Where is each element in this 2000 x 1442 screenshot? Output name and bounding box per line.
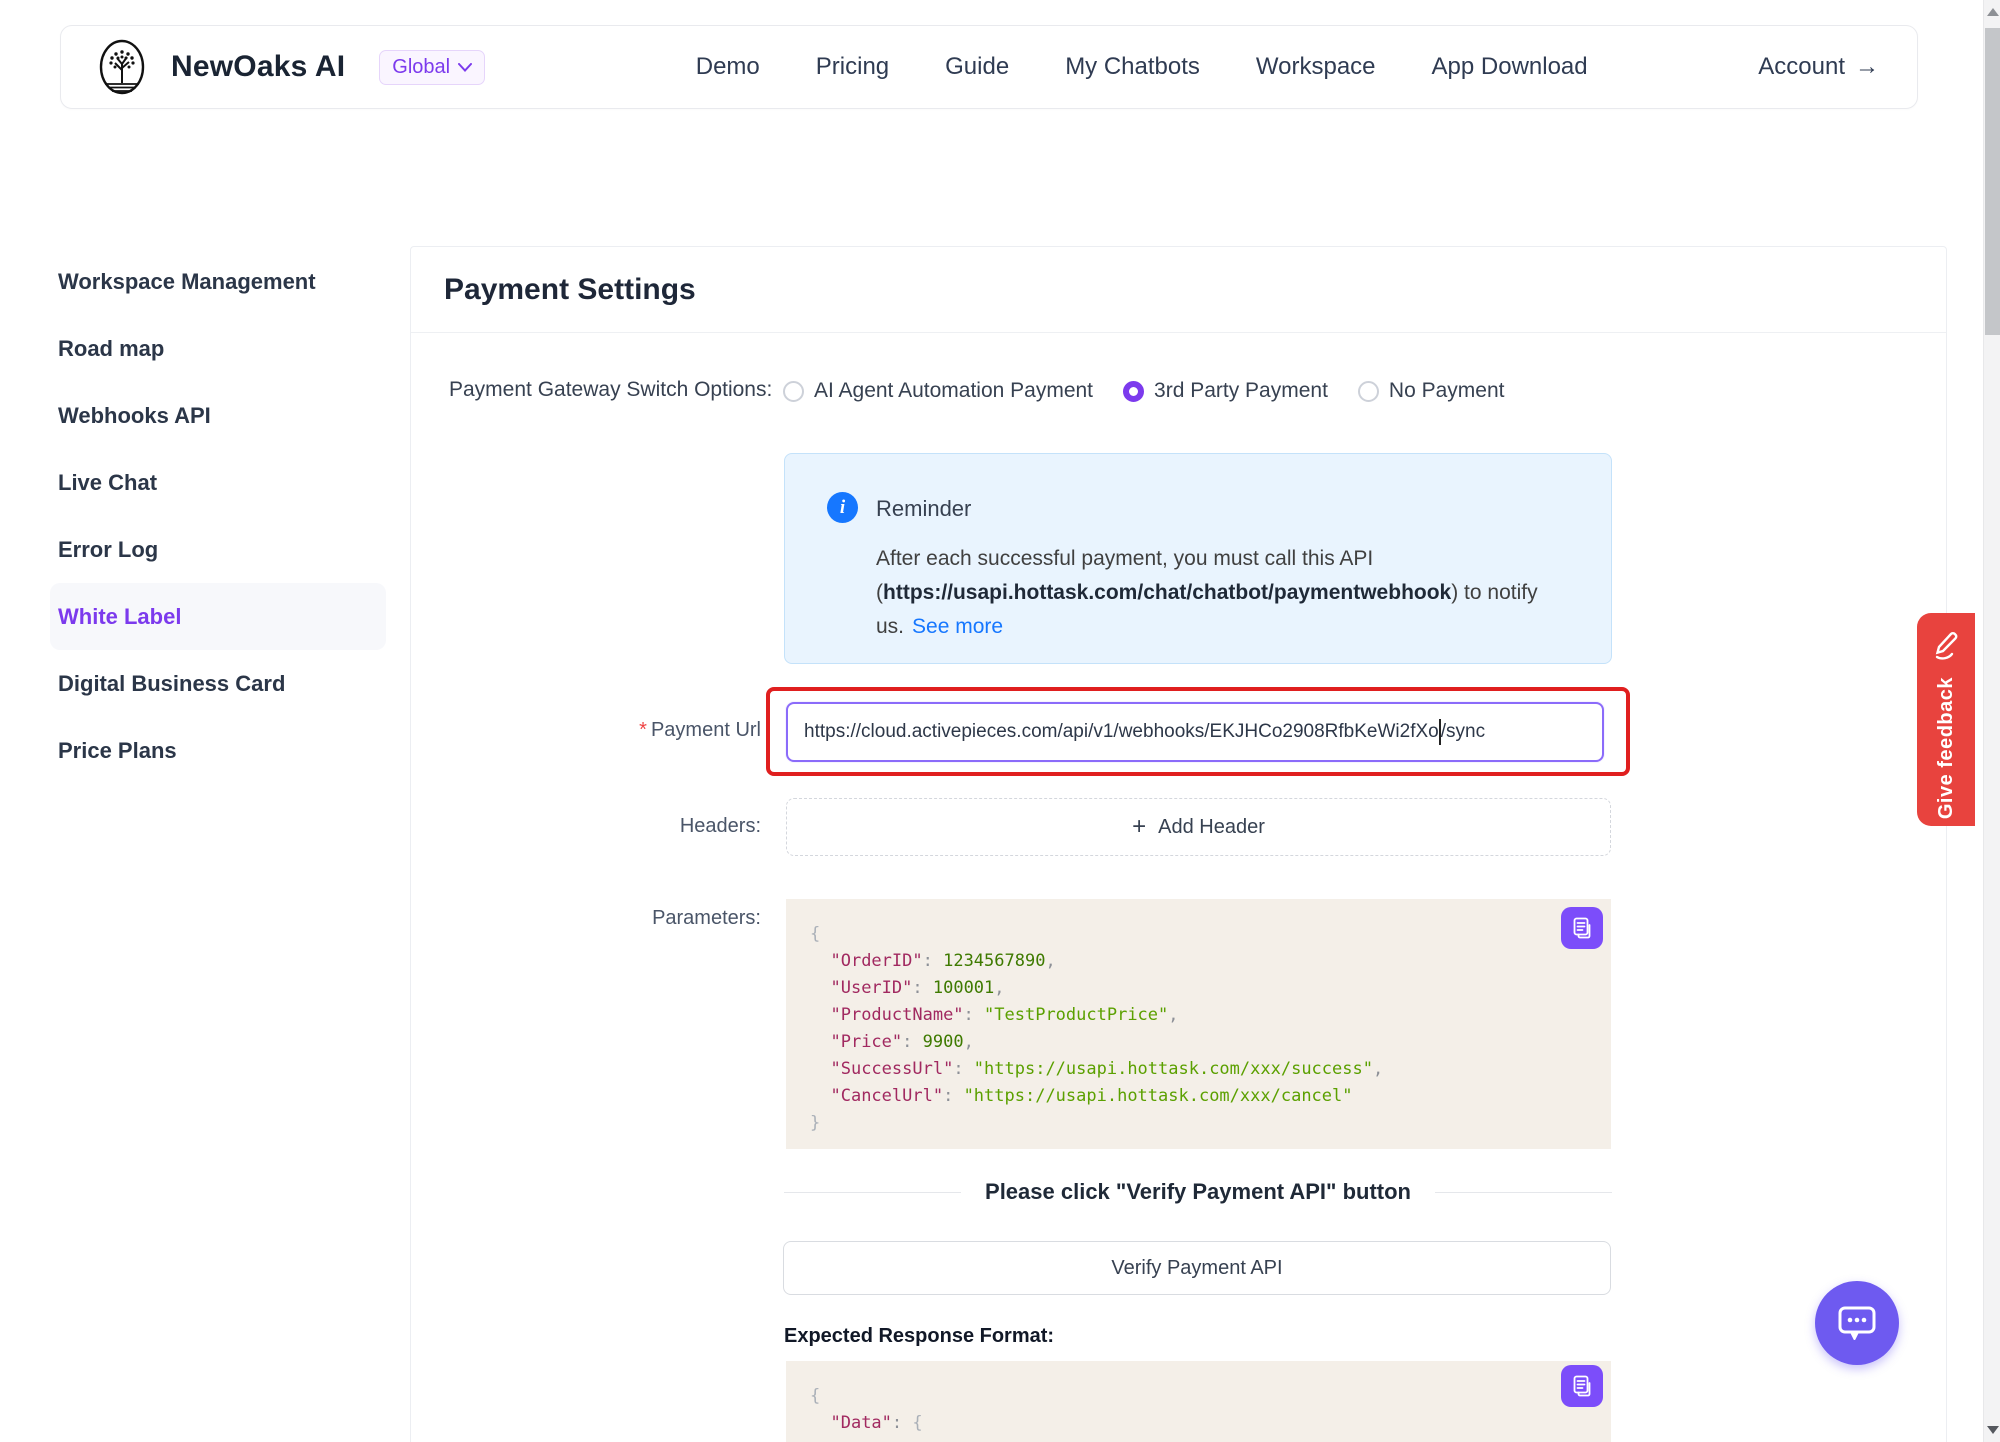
code-line: "UserID": 100001, bbox=[810, 975, 1591, 1002]
nav-item-pricing[interactable]: Pricing bbox=[816, 53, 889, 81]
code-line: "OrderID": 1234567890, bbox=[810, 948, 1591, 975]
radio-label: No Payment bbox=[1389, 379, 1505, 403]
parameters-code-block: { "OrderID": 1234567890, "UserID": 10000… bbox=[786, 899, 1611, 1149]
account-link[interactable]: Account → bbox=[1758, 53, 1879, 81]
radio-label: AI Agent Automation Payment bbox=[814, 379, 1093, 403]
sidebar-item-road-map[interactable]: Road map bbox=[50, 315, 386, 382]
payment-url-input[interactable]: https://cloud.activepieces.com/api/v1/we… bbox=[786, 702, 1604, 762]
info-icon: i bbox=[827, 492, 858, 523]
reminder-line-3: us.See more bbox=[876, 610, 1576, 644]
copy-response-button[interactable] bbox=[1561, 1365, 1603, 1407]
headers-label: Headers: bbox=[429, 815, 761, 838]
region-dropdown-label: Global bbox=[392, 56, 450, 79]
newoaks-tree-logo-icon bbox=[91, 36, 153, 98]
code-line: { bbox=[810, 921, 1591, 948]
verify-instruction-divider: Please click "Verify Payment API" button bbox=[784, 1179, 1612, 1205]
nav-item-app-download[interactable]: App Download bbox=[1432, 53, 1588, 81]
divider-line-left bbox=[784, 1192, 961, 1193]
code-line: "SuccessUrl": "https://usapi.hottask.com… bbox=[810, 1056, 1591, 1083]
page: NewOaks AI Global Demo Pricing Guide My Cha… bbox=[0, 0, 2000, 1442]
sidebar-item-error-log[interactable]: Error Log bbox=[50, 516, 386, 583]
brand-name[interactable]: NewOaks AI bbox=[171, 50, 345, 84]
gateway-switch-row: Payment Gateway Switch Options: AI Agent… bbox=[411, 371, 1946, 411]
page-title: Payment Settings bbox=[444, 273, 696, 307]
code-line: "URL": "https://checkout.stripe.com/xxxx… bbox=[810, 1437, 1591, 1442]
sidebar-item-workspace-management[interactable]: Workspace Management bbox=[50, 248, 386, 315]
verify-payment-api-button[interactable]: Verify Payment API bbox=[783, 1241, 1611, 1295]
brand-group[interactable]: NewOaks AI Global bbox=[91, 36, 485, 98]
vertical-scrollbar[interactable] bbox=[1983, 0, 2000, 1442]
reminder-line-1: After each successful payment, you must … bbox=[876, 542, 1576, 576]
sidebar-item-price-plans[interactable]: Price Plans bbox=[50, 717, 386, 784]
verify-instruction-text: Please click "Verify Payment API" button bbox=[985, 1179, 1411, 1205]
nav-item-demo[interactable]: Demo bbox=[696, 53, 760, 81]
sidebar: Workspace ManagementRoad mapWebhooks API… bbox=[50, 248, 386, 784]
nav-item-guide[interactable]: Guide bbox=[945, 53, 1009, 81]
expected-response-code-block: { "Data": { "URL": "https://checkout.str… bbox=[786, 1361, 1611, 1442]
give-feedback-label: Give feedback bbox=[1935, 677, 1958, 819]
radio-option-ai-agent-automation-payment[interactable]: AI Agent Automation Payment bbox=[783, 379, 1093, 403]
expected-response-label: Expected Response Format: bbox=[784, 1325, 1054, 1348]
plus-icon: + bbox=[1132, 815, 1146, 839]
code-line: "ProductName": "TestProductPrice", bbox=[810, 1002, 1591, 1029]
nav-menu: Demo Pricing Guide My Chatbots Workspace App … bbox=[525, 53, 1758, 81]
code-line: { bbox=[810, 1383, 1591, 1410]
gateway-options-label: Payment Gateway Switch Options: bbox=[449, 378, 772, 402]
nav-item-workspace[interactable]: Workspace bbox=[1256, 53, 1376, 81]
gateway-options: AI Agent Automation Payment 3rd Party Pay… bbox=[783, 371, 1504, 411]
scrollbar-thumb[interactable] bbox=[1985, 28, 2000, 335]
account-label: Account bbox=[1758, 53, 1845, 81]
code-line: "Data": { bbox=[810, 1410, 1591, 1437]
reminder-alert: i Reminder After each successful payment… bbox=[784, 453, 1612, 664]
sidebar-item-digital-business-card[interactable]: Digital Business Card bbox=[50, 650, 386, 717]
arrow-right-icon: → bbox=[1855, 53, 1879, 81]
payment-url-value-after-caret: /sync bbox=[1441, 721, 1485, 743]
chat-launcher-button[interactable] bbox=[1815, 1281, 1899, 1365]
radio-option-3rd-party-payment[interactable]: 3rd Party Payment bbox=[1123, 379, 1328, 403]
code-line: } bbox=[810, 1110, 1591, 1137]
reminder-title: Reminder bbox=[876, 496, 971, 522]
copy-icon bbox=[1570, 916, 1594, 940]
radio-selected-icon[interactable] bbox=[1123, 381, 1144, 402]
radio-icon[interactable] bbox=[783, 381, 804, 402]
radio-icon[interactable] bbox=[1358, 381, 1379, 402]
reminder-line-2: (https://usapi.hottask.com/chat/chatbot/… bbox=[876, 576, 1576, 610]
sidebar-item-webhooks-api[interactable]: Webhooks API bbox=[50, 382, 386, 449]
parameters-label: Parameters: bbox=[429, 907, 761, 930]
chat-bubble-icon bbox=[1834, 1301, 1880, 1345]
payment-url-value-before-caret: https://cloud.activepieces.com/api/v1/we… bbox=[804, 721, 1439, 743]
divider-line-right bbox=[1435, 1192, 1612, 1193]
copy-icon bbox=[1570, 1374, 1594, 1398]
sidebar-item-white-label[interactable]: White Label bbox=[50, 583, 386, 650]
add-header-button[interactable]: + Add Header bbox=[786, 798, 1611, 856]
payment-settings-panel: Payment Settings Payment Gateway Switch … bbox=[410, 246, 1947, 1442]
copy-parameters-button[interactable] bbox=[1561, 907, 1603, 949]
sidebar-item-live-chat[interactable]: Live Chat bbox=[50, 449, 386, 516]
radio-option-no-payment[interactable]: No Payment bbox=[1358, 379, 1505, 403]
reminder-api-url: https://usapi.hottask.com/chat/chatbot/p… bbox=[883, 581, 1451, 604]
nav-item-my-chatbots[interactable]: My Chatbots bbox=[1065, 53, 1200, 81]
reminder-body: After each successful payment, you must … bbox=[876, 542, 1576, 644]
code-line: "CancelUrl": "https://usapi.hottask.com/… bbox=[810, 1083, 1591, 1110]
scrollbar-up-arrow[interactable] bbox=[1987, 8, 1999, 16]
give-feedback-tab[interactable]: Give feedback bbox=[1917, 613, 1975, 826]
see-more-link[interactable]: See more bbox=[912, 615, 1003, 638]
required-asterisk: * bbox=[639, 719, 647, 741]
pencil-icon bbox=[1932, 629, 1960, 663]
scrollbar-down-arrow[interactable] bbox=[1987, 1426, 1999, 1434]
radio-label: 3rd Party Payment bbox=[1154, 379, 1328, 403]
panel-header: Payment Settings bbox=[411, 247, 1946, 333]
chevron-down-icon bbox=[458, 63, 472, 72]
region-dropdown[interactable]: Global bbox=[379, 50, 485, 85]
top-navbar: NewOaks AI Global Demo Pricing Guide My Cha… bbox=[60, 25, 1918, 109]
code-line: "Price": 9900, bbox=[810, 1029, 1591, 1056]
payment-url-label: *Payment Url bbox=[429, 719, 761, 742]
